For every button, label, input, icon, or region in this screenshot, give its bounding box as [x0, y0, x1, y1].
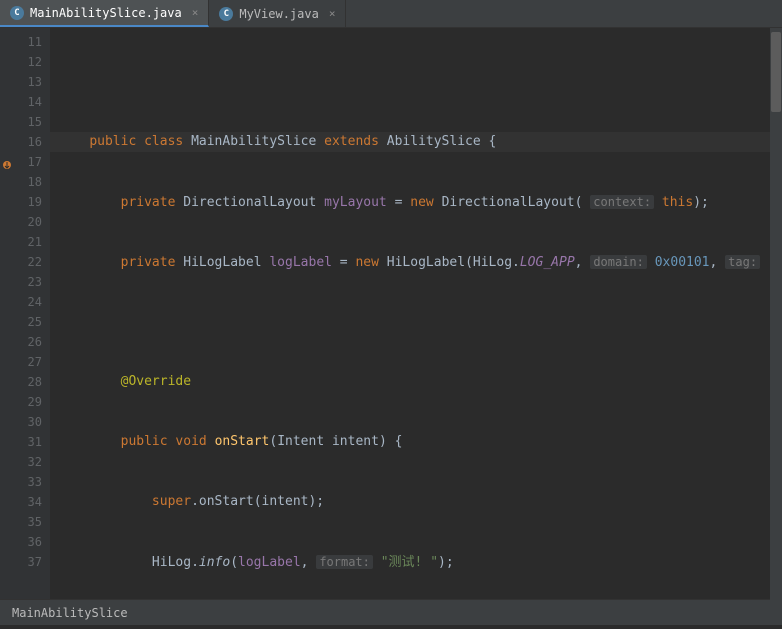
line-number: 23 [4, 272, 42, 292]
editor-tabs: C MainAbilitySlice.java × C MyView.java … [0, 0, 782, 28]
line-number: 31 [4, 432, 42, 452]
line-number: 18 [4, 172, 42, 192]
line-number: 29 [4, 392, 42, 412]
line-number: 13 [4, 72, 42, 92]
java-class-icon: C [219, 7, 233, 21]
breadcrumb-item[interactable]: MainAbilitySlice [12, 606, 128, 620]
code-editor[interactable]: 1112131415161718192021222324252627282930… [0, 28, 782, 599]
tab-label: MainAbilitySlice.java [30, 6, 182, 20]
line-number: 27 [4, 352, 42, 372]
line-number: 15 [4, 112, 42, 132]
line-number: 32 [4, 452, 42, 472]
line-number: 33 [4, 472, 42, 492]
line-gutter: 1112131415161718192021222324252627282930… [0, 28, 50, 599]
line-number: 11 [4, 32, 42, 52]
code-area[interactable]: public class MainAbilitySlice extends Ab… [50, 28, 782, 599]
line-number: 14 [4, 92, 42, 112]
line-number: 36 [4, 532, 42, 552]
close-icon[interactable]: × [192, 6, 199, 19]
vertical-scrollbar[interactable] [770, 28, 782, 603]
line-number: 30 [4, 412, 42, 432]
java-class-icon: C [10, 6, 24, 20]
code-line: private DirectionalLayout myLayout = new… [50, 192, 782, 212]
code-line: HiLog.info(logLabel, format: "测试! "); [50, 552, 782, 572]
override-marker-icon[interactable] [2, 156, 12, 166]
line-number: 20 [4, 212, 42, 232]
line-number: 34 [4, 492, 42, 512]
code-line [50, 312, 782, 332]
line-number: 17 [4, 152, 42, 172]
code-line: public void onStart(Intent intent) { [50, 432, 782, 452]
line-number: 21 [4, 232, 42, 252]
line-number: 26 [4, 332, 42, 352]
code-line [50, 72, 782, 92]
tab-my-view[interactable]: C MyView.java × [209, 0, 346, 27]
line-number: 19 [4, 192, 42, 212]
line-number: 24 [4, 292, 42, 312]
line-number: 12 [4, 52, 42, 72]
code-line: @Override [50, 372, 782, 392]
line-number: 35 [4, 512, 42, 532]
line-number: 28 [4, 372, 42, 392]
scroll-thumb[interactable] [771, 32, 781, 112]
code-line: super.onStart(intent); [50, 492, 782, 512]
line-number: 25 [4, 312, 42, 332]
line-number: 22 [4, 252, 42, 272]
code-line: public class MainAbilitySlice extends Ab… [50, 132, 782, 152]
line-number: 37 [4, 552, 42, 572]
code-line: private HiLogLabel logLabel = new HiLogL… [50, 252, 782, 272]
tab-label: MyView.java [239, 7, 318, 21]
line-number: 16 [4, 132, 42, 152]
close-icon[interactable]: × [329, 7, 336, 20]
tab-main-ability-slice[interactable]: C MainAbilitySlice.java × [0, 0, 209, 27]
breadcrumb-bar[interactable]: MainAbilitySlice [0, 599, 782, 625]
